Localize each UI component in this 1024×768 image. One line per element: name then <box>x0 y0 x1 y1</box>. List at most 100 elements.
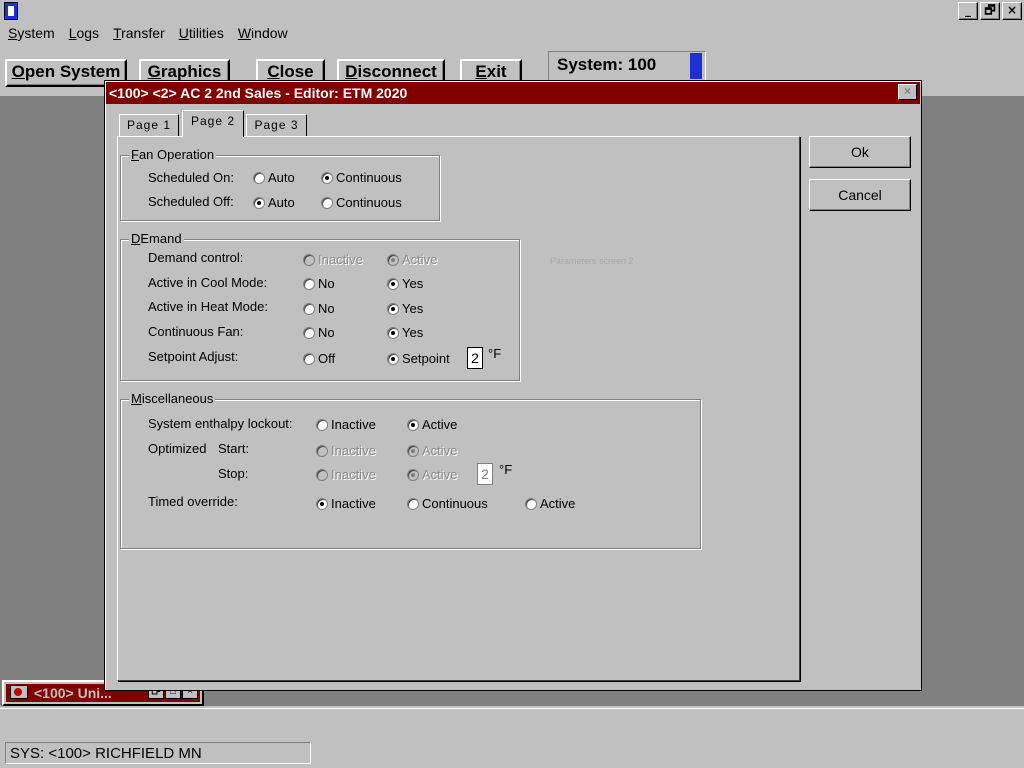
enthalpy-active-radio[interactable]: Active <box>407 417 457 433</box>
optimized-stop-value-field[interactable]: 2 <box>477 463 493 485</box>
radio-label: Off <box>318 351 336 366</box>
radio-selected-icon <box>387 303 399 315</box>
continuous-fan-no-radio[interactable]: No <box>303 325 335 341</box>
radio-label: Inactive <box>331 467 376 482</box>
timed-override-label: Timed override: <box>148 494 238 509</box>
app-icon[interactable] <box>4 2 18 20</box>
timed-override-continuous-radio[interactable]: Continuous <box>407 496 488 512</box>
radio-label: Yes <box>402 276 424 291</box>
setpoint-adjust-label: Setpoint Adjust: <box>148 349 239 364</box>
setpoint-adjust-unit: °F <box>488 346 502 361</box>
optimized-start-active-radio[interactable]: Active <box>407 443 457 459</box>
setpoint-adjust-off-radio[interactable]: Off <box>303 351 335 367</box>
demand-control-active-radio[interactable]: Active <box>387 252 437 268</box>
optimized-label: Optimized <box>148 441 207 456</box>
system-indicator: System: 100 <box>548 51 706 81</box>
radio-icon <box>316 445 328 457</box>
radio-label: Inactive <box>331 443 376 458</box>
menu-system[interactable]: System <box>8 25 55 45</box>
tab-page-3[interactable]: Page 3 <box>246 114 307 138</box>
radio-selected-icon <box>387 327 399 339</box>
ok-button[interactable]: Ok <box>809 136 911 168</box>
continuous-fan-label: Continuous Fan: <box>148 324 244 339</box>
radio-icon <box>303 327 315 339</box>
close-app-button[interactable]: × <box>1002 2 1022 20</box>
radio-selected-icon <box>387 278 399 290</box>
scheduled-off-auto-radio[interactable]: Auto <box>253 195 295 211</box>
tab-panel-page-2: Parameters screen 2 Fan Operation Schedu… <box>117 136 800 681</box>
system-level-bar <box>690 53 702 79</box>
radio-label: Auto <box>268 195 295 210</box>
tab-page-2[interactable]: Page 2 <box>182 110 244 137</box>
system-indicator-label: System: 100 <box>557 55 657 74</box>
radio-label: Active <box>422 443 458 458</box>
tab-page-1[interactable]: Page 1 <box>119 114 179 138</box>
cancel-button[interactable]: Cancel <box>809 179 911 211</box>
cool-mode-label: Active in Cool Mode: <box>148 275 268 290</box>
scheduled-off-continuous-radio[interactable]: Continuous <box>321 195 402 211</box>
radio-label: Yes <box>402 325 424 340</box>
menu-logs[interactable]: Logs <box>69 25 99 45</box>
radio-icon <box>316 419 328 431</box>
radio-icon <box>253 172 265 184</box>
radio-label: No <box>318 325 335 340</box>
menu-utilities[interactable]: Utilities <box>179 25 224 45</box>
unit-icon[interactable] <box>10 685 28 699</box>
heat-mode-no-radio[interactable]: No <box>303 301 335 317</box>
setpoint-adjust-setpoint-radio[interactable]: Setpoint <box>387 351 450 367</box>
app-titlebar: _ 🗗 × <box>0 0 1024 22</box>
radio-selected-icon <box>387 353 399 365</box>
continuous-fan-yes-radio[interactable]: Yes <box>387 325 423 341</box>
radio-icon <box>303 278 315 290</box>
radio-label: No <box>318 276 335 291</box>
radio-label: Setpoint <box>402 351 450 366</box>
timed-override-inactive-radio[interactable]: Inactive <box>316 496 376 512</box>
radio-label: No <box>318 301 335 316</box>
menu-transfer[interactable]: Transfer <box>113 25 165 45</box>
radio-label: Active <box>402 252 438 267</box>
radio-label: Active <box>422 417 458 432</box>
radio-label: Active <box>540 496 576 511</box>
optimized-start-inactive-radio[interactable]: Inactive <box>316 443 376 459</box>
radio-selected-icon <box>253 197 265 209</box>
radio-label: Continuous <box>336 195 402 210</box>
optimized-stop-inactive-radio[interactable]: Inactive <box>316 467 376 483</box>
miscellaneous-label: Miscellaneous <box>129 391 216 407</box>
radio-selected-icon <box>387 254 399 266</box>
restore-button[interactable]: 🗗 <box>980 2 1000 20</box>
radio-label: Inactive <box>331 417 376 432</box>
radio-label: Active <box>422 467 458 482</box>
status-bar: SYS: <100> RICHFIELD MN <box>0 738 1024 768</box>
heat-mode-yes-radio[interactable]: Yes <box>387 301 423 317</box>
setpoint-adjust-value-field[interactable]: 2 <box>467 347 483 369</box>
cool-mode-no-radio[interactable]: No <box>303 276 335 292</box>
radio-icon <box>303 254 315 266</box>
timed-override-active-radio[interactable]: Active <box>525 496 575 512</box>
radio-label: Auto <box>268 170 295 185</box>
enthalpy-inactive-radio[interactable]: Inactive <box>316 417 376 433</box>
fan-operation-label: Fan Operation <box>129 147 217 163</box>
window-controls: _ 🗗 × <box>958 2 1022 20</box>
optimized-stop-active-radio[interactable]: Active <box>407 467 457 483</box>
scheduled-on-continuous-radio[interactable]: Continuous <box>321 170 402 186</box>
cool-mode-yes-radio[interactable]: Yes <box>387 276 423 292</box>
miscellaneous-group: Miscellaneous System enthalpy lockout: I… <box>120 391 701 549</box>
minimize-button[interactable]: _ <box>958 2 978 20</box>
editor-dialog: <100> <2> AC 2 2nd Sales - Editor: ETM 2… <box>104 80 922 691</box>
radio-label: Inactive <box>331 496 376 511</box>
demand-label: DEmand <box>129 231 184 247</box>
radio-selected-icon <box>407 469 419 481</box>
demand-control-inactive-radio[interactable]: Inactive <box>303 252 363 268</box>
scheduled-on-auto-radio[interactable]: Auto <box>253 170 295 186</box>
menu-window[interactable]: Window <box>238 25 288 45</box>
dialog-title[interactable]: <100> <2> AC 2 2nd Sales - Editor: ETM 2… <box>106 82 920 104</box>
optimized-stop-label: Stop: <box>218 466 249 481</box>
radio-icon <box>321 197 333 209</box>
radio-selected-icon <box>321 172 333 184</box>
enthalpy-lockout-label: System enthalpy lockout: <box>148 416 293 431</box>
menu-bar: System Logs Transfer Utilities Window <box>0 25 288 45</box>
radio-icon <box>303 303 315 315</box>
dialog-close-button[interactable]: × <box>898 84 917 100</box>
empty-bar <box>0 708 1024 738</box>
radio-icon <box>303 353 315 365</box>
